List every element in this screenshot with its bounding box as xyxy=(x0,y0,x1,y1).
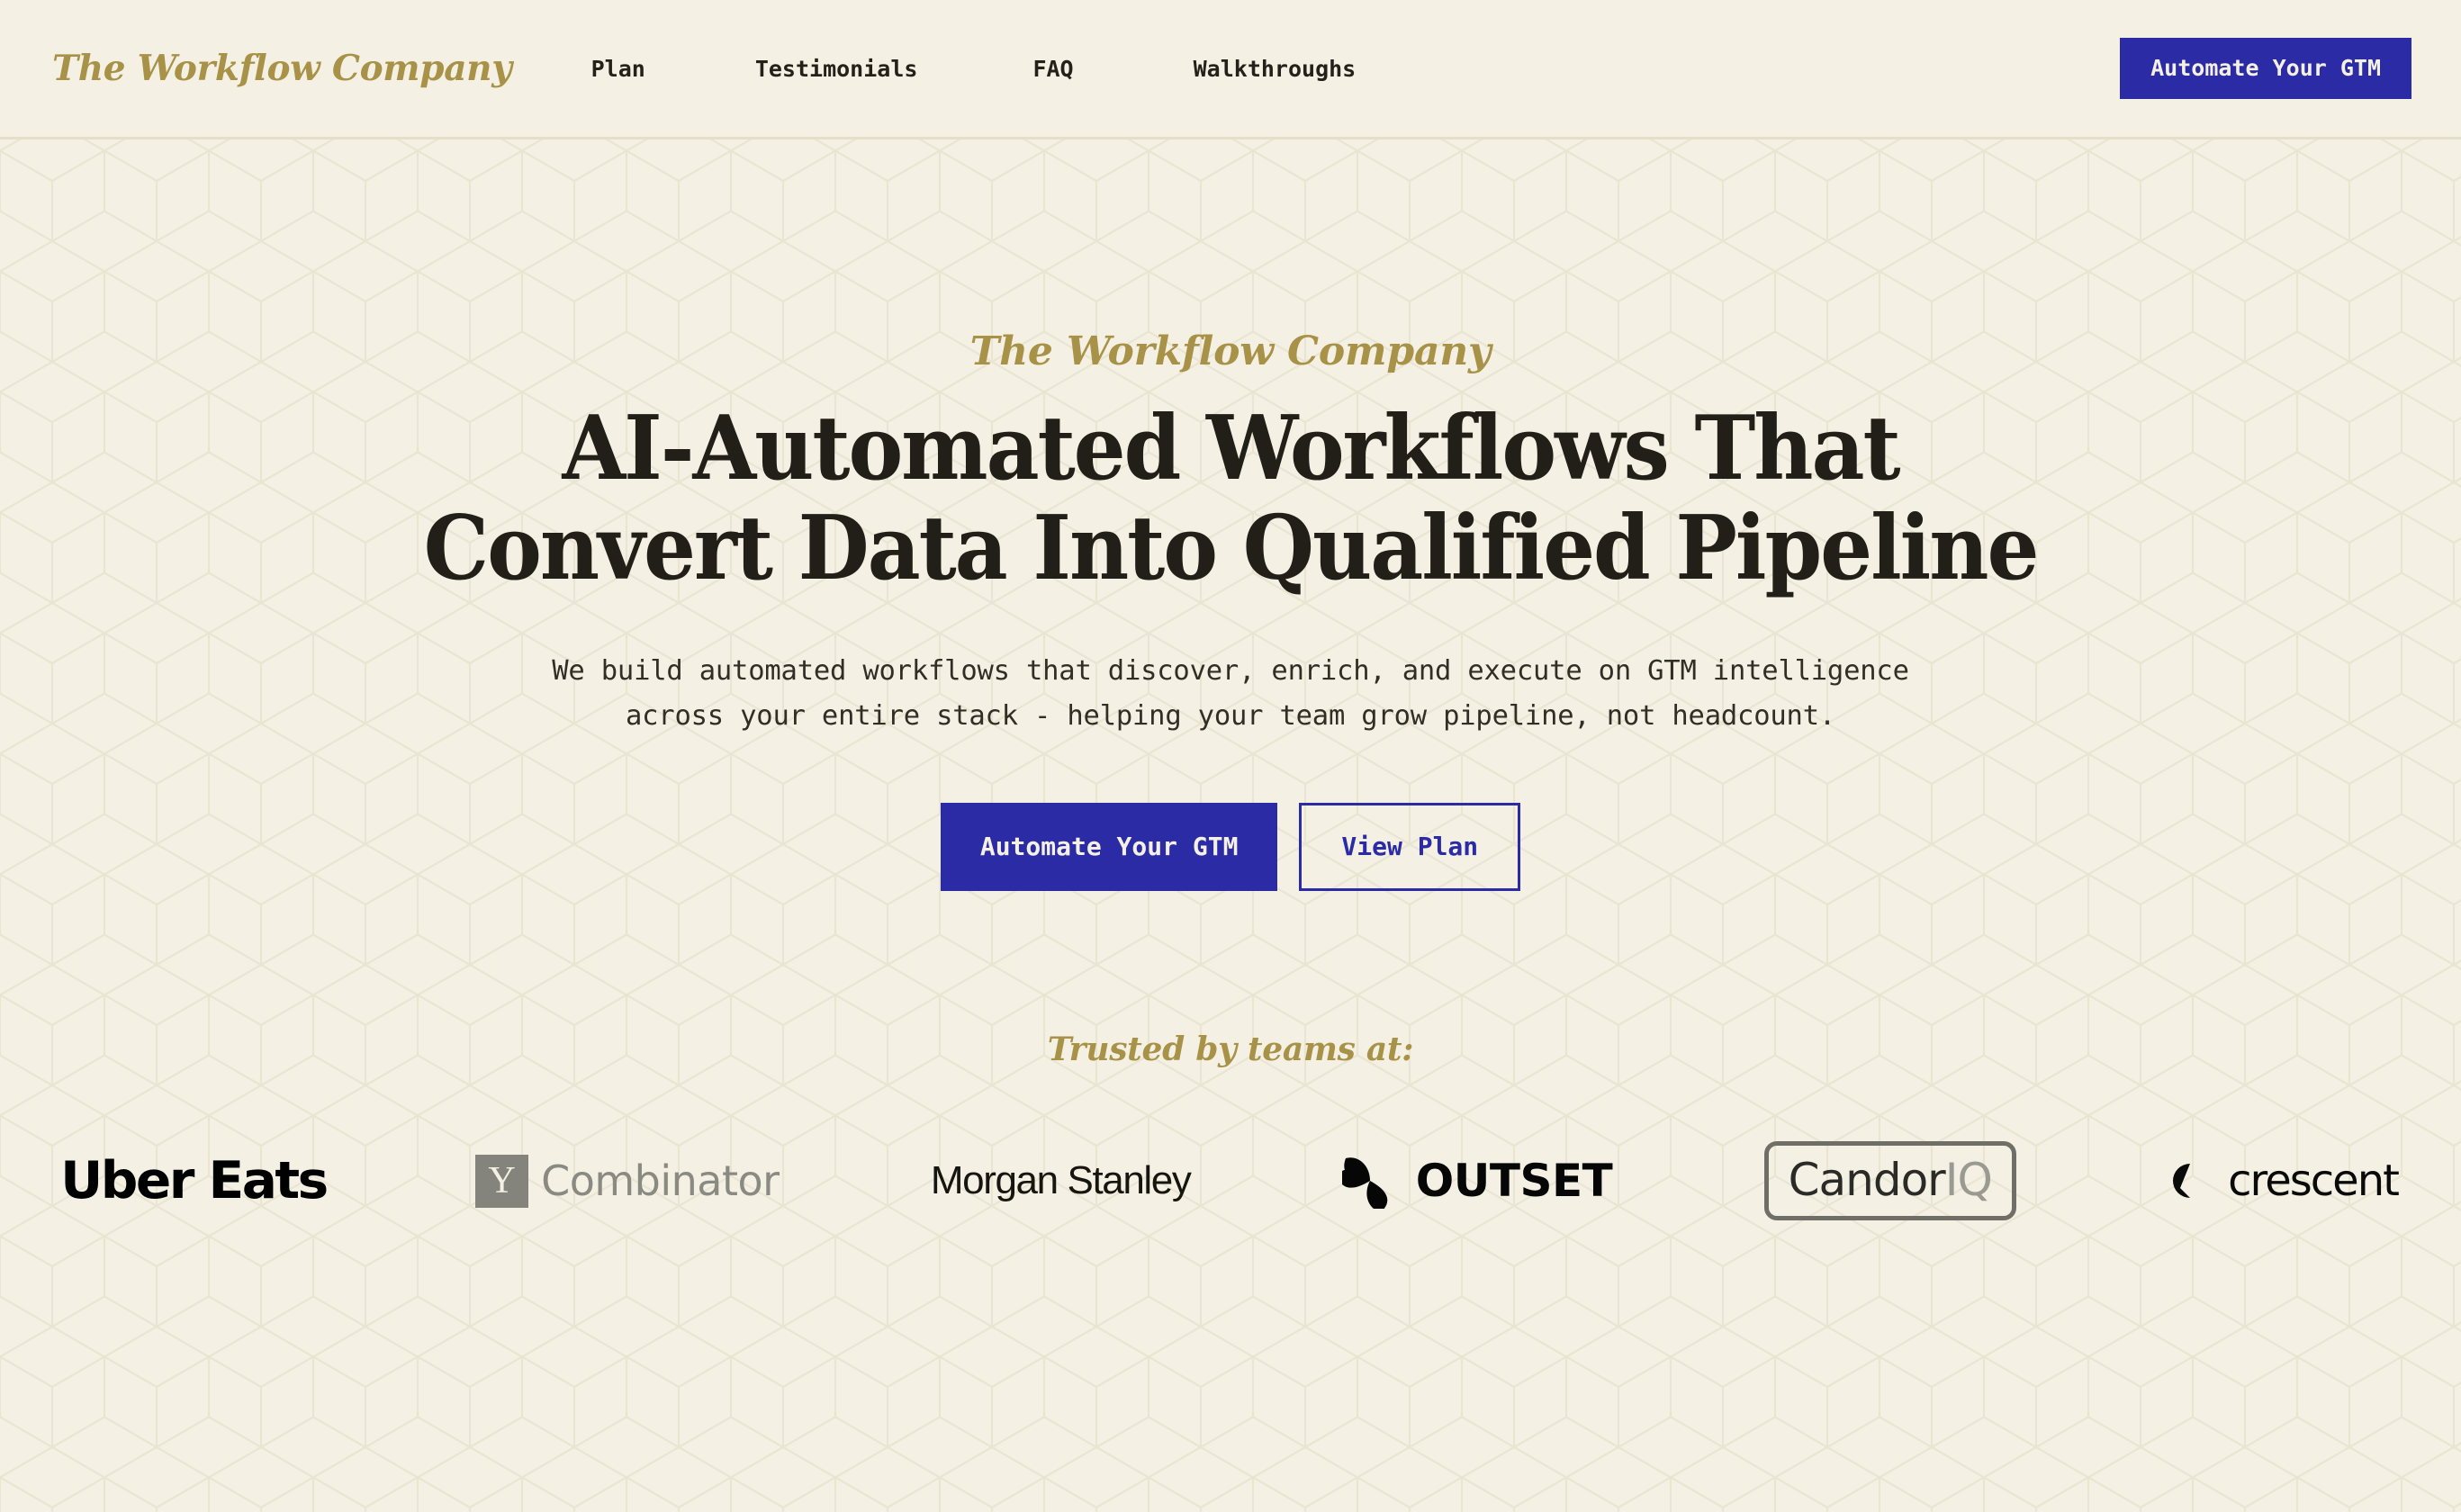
header-automate-gtm-button[interactable]: Automate Your GTM xyxy=(2120,38,2411,99)
subtitle-line-2: across your entire stack - helping your … xyxy=(625,699,1836,732)
brand-logo[interactable]: The Workflow Company xyxy=(52,48,512,89)
logo-crescent: crescent xyxy=(2168,1131,2400,1230)
logo-outset: OUTSET xyxy=(1341,1131,1613,1230)
main-nav: Plan Testimonials FAQ Walkthroughs xyxy=(591,49,1357,89)
uber-eats-wordmark: Uber Eats xyxy=(60,1151,329,1211)
client-logo-row: Uber Eats Y Combinator Morgan Stanley OU… xyxy=(0,1131,2461,1230)
nav-item-plan[interactable]: Plan xyxy=(591,49,645,89)
nav-item-faq[interactable]: FAQ xyxy=(1032,49,1073,89)
logo-y-combinator: Y Combinator xyxy=(475,1131,780,1230)
subtitle-line-1: We build automated workflows that discov… xyxy=(552,655,1909,688)
logo-uber-eats: Uber Eats xyxy=(60,1131,329,1230)
hero-eyebrow: The Workflow Company xyxy=(969,328,1492,374)
site-header: The Workflow Company Plan Testimonials F… xyxy=(0,0,2461,140)
logo-morgan-stanley: Morgan Stanley xyxy=(930,1131,1192,1230)
hero-actions: Automate Your GTM View Plan xyxy=(0,803,2461,892)
page-title: AI-Automated Workflows That Convert Data… xyxy=(393,397,2068,600)
headline-line-1: AI-Automated Workflows That xyxy=(562,397,1900,500)
crescent-icon xyxy=(2173,1164,2208,1199)
morgan-stanley-wordmark: Morgan Stanley xyxy=(930,1158,1192,1203)
hero-section: The Workflow Company AI-Automated Workfl… xyxy=(0,140,2461,1230)
outset-icon xyxy=(1341,1157,1388,1210)
nav-item-testimonials[interactable]: Testimonials xyxy=(755,49,918,89)
candoriq-wordmark-primary: Candor xyxy=(1788,1154,1946,1207)
trusted-by-section: Trusted by teams at: Uber Eats Y Combina… xyxy=(0,1030,2461,1230)
logo-candoriq: Candor IQ xyxy=(1763,1131,2016,1230)
y-combinator-wordmark: Combinator xyxy=(541,1156,780,1206)
hero-automate-gtm-button[interactable]: Automate Your GTM xyxy=(940,803,1278,892)
candoriq-wordmark-secondary: IQ xyxy=(1944,1154,1993,1207)
hero-view-plan-button[interactable]: View Plan xyxy=(1299,803,1521,892)
outset-wordmark: OUTSET xyxy=(1415,1155,1613,1208)
crescent-wordmark: crescent xyxy=(2228,1156,2400,1207)
trusted-by-label: Trusted by teams at: xyxy=(1047,1030,1414,1069)
nav-item-walkthroughs[interactable]: Walkthroughs xyxy=(1194,49,1357,89)
y-combinator-icon: Y xyxy=(475,1154,529,1208)
hero-subtitle: We build automated workflows that discov… xyxy=(303,649,2158,738)
headline-line-2: Convert Data Into Qualified Pipeline xyxy=(423,496,2040,600)
